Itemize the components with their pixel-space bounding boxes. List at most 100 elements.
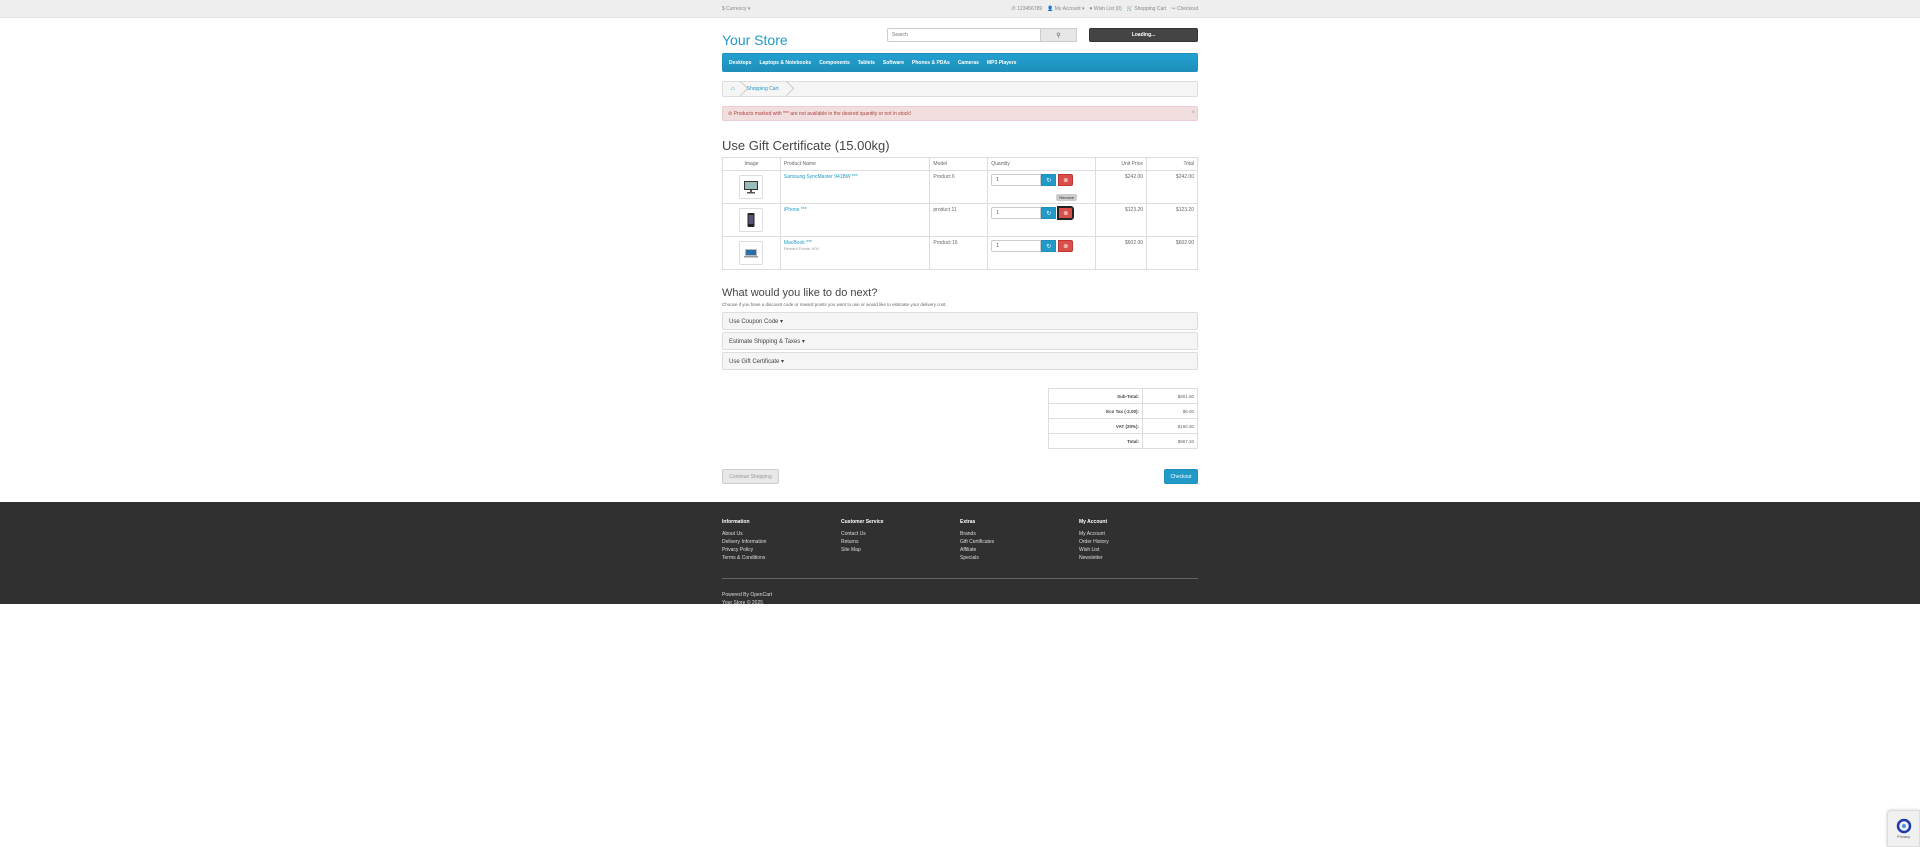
times-circle-icon: ⊗ bbox=[1063, 210, 1069, 217]
footer-link[interactable]: Delivery Information bbox=[722, 538, 841, 546]
row-total: $123.20 bbox=[1146, 203, 1198, 237]
my-account-link[interactable]: 👤 My Account ▾ bbox=[1047, 6, 1084, 12]
col-quantity: Quantity bbox=[987, 157, 1097, 171]
update-button[interactable]: ↻ bbox=[1041, 240, 1057, 252]
footer-link[interactable]: Brands bbox=[960, 530, 1079, 538]
unit-price: $123.20 bbox=[1095, 203, 1148, 237]
product-thumbnail[interactable] bbox=[739, 208, 764, 232]
totals-row: Sub-Total: $801.50 bbox=[1048, 388, 1198, 404]
remove-button[interactable]: ⊗ bbox=[1057, 206, 1075, 220]
table-row: MacBook *** Reward Points: 600 Product 1… bbox=[722, 236, 1198, 270]
wishlist-link[interactable]: ♥ Wish List (0) bbox=[1090, 6, 1122, 12]
menu-item-cameras[interactable]: Cameras bbox=[958, 60, 979, 66]
footer-link[interactable]: Returns bbox=[841, 538, 960, 546]
product-thumbnail[interactable] bbox=[739, 175, 764, 199]
update-button[interactable]: ↻ bbox=[1041, 174, 1057, 186]
close-icon[interactable]: × bbox=[1191, 110, 1195, 116]
footer-column-customer-service: Customer Service Contact Us Returns Site… bbox=[841, 519, 960, 562]
footer-link[interactable]: Order History bbox=[1079, 538, 1198, 546]
menu-item-tablets[interactable]: Tablets bbox=[858, 60, 875, 66]
unit-price: $602.00 bbox=[1095, 236, 1148, 270]
table-row: iPhone *** product 11 Remove ↻ ⊗ $123.20… bbox=[722, 194, 1198, 237]
recaptcha-badge[interactable]: Privacy bbox=[1887, 810, 1920, 847]
update-button[interactable]: ↻ bbox=[1041, 207, 1057, 219]
menu-item-desktops[interactable]: Desktops bbox=[729, 60, 752, 66]
product-model: Product 16 bbox=[929, 236, 989, 270]
menu-item-mp3[interactable]: MP3 Players bbox=[987, 60, 1016, 66]
footer-column-extras: Extras Brands Gift Certificates Affiliat… bbox=[960, 519, 1079, 562]
top-bar: $ Currency ▾ ✆ 123456789 👤 My Account ▾ … bbox=[0, 0, 1920, 18]
col-total: Total bbox=[1146, 157, 1198, 171]
refresh-icon: ↻ bbox=[1046, 210, 1052, 217]
times-circle-icon: ⊗ bbox=[1063, 177, 1069, 184]
phone-link[interactable]: ✆ 123456789 bbox=[1012, 6, 1043, 12]
footer-link[interactable]: Site Map bbox=[841, 546, 960, 554]
col-unit-price: Unit Price bbox=[1095, 157, 1148, 171]
checkout-button[interactable]: Checkout bbox=[1164, 469, 1198, 484]
footer-column-information: Information About Us Delivery Informatio… bbox=[722, 519, 841, 562]
quantity-input[interactable] bbox=[991, 174, 1042, 186]
menu-item-phones[interactable]: Phones & PDAs bbox=[912, 60, 950, 66]
recaptcha-icon bbox=[1896, 818, 1911, 834]
col-product-name: Product Name bbox=[779, 157, 931, 171]
menu-item-components[interactable]: Components bbox=[819, 60, 850, 66]
search-group: ⚲ bbox=[887, 28, 1077, 42]
footer-powered: Powered By OpenCart Your Store © 2025 bbox=[722, 592, 773, 606]
next-steps-title: What would you like to do next? bbox=[722, 287, 878, 299]
breadcrumb-shopping-cart[interactable]: Shopping Cart bbox=[747, 86, 779, 92]
breadcrumb: ⌂ Shopping Cart bbox=[722, 81, 1198, 97]
phone-icon: ✆ bbox=[1011, 6, 1016, 12]
next-steps-description: Choose if you have a discount code or re… bbox=[722, 302, 947, 307]
gift-certificate-panel[interactable]: Use Gift Certificate ▾ bbox=[722, 352, 1198, 370]
top-links: ✆ 123456789 👤 My Account ▾ ♥ Wish List (… bbox=[1012, 6, 1198, 12]
header: Your Store ⚲ Loading... bbox=[0, 18, 1920, 52]
totals-row: Eco Tax (-2.00): $6.00 bbox=[1048, 403, 1198, 419]
footer-link[interactable]: Specials bbox=[960, 554, 1079, 562]
totals-row: VAT (20%): $160.30 bbox=[1048, 418, 1198, 434]
search-button[interactable]: ⚲ bbox=[1041, 28, 1077, 42]
main-menu: Desktops Laptops & Notebooks Components … bbox=[722, 53, 1198, 72]
row-total: $602.00 bbox=[1146, 236, 1198, 270]
quantity-input[interactable] bbox=[991, 207, 1042, 219]
continue-shopping-button[interactable]: Continue Shopping bbox=[722, 469, 779, 484]
menu-item-software[interactable]: Software bbox=[883, 60, 904, 66]
reward-points: Reward Points: 600 bbox=[783, 246, 819, 251]
quantity-input[interactable] bbox=[991, 240, 1042, 252]
cart-total-button[interactable]: Loading... bbox=[1089, 28, 1198, 42]
footer-link[interactable]: My Account bbox=[1079, 530, 1198, 538]
shipping-panel[interactable]: Estimate Shipping & Taxes ▾ bbox=[722, 332, 1198, 350]
cart-icon: 🛒 bbox=[1126, 6, 1133, 12]
currency-dropdown[interactable]: $ Currency ▾ bbox=[722, 6, 750, 12]
footer: Information About Us Delivery Informatio… bbox=[0, 502, 1920, 606]
search-input[interactable] bbox=[887, 28, 1041, 42]
footer-link[interactable]: Affiliate bbox=[960, 546, 1079, 554]
shopping-cart-link[interactable]: 🛒 Shopping Cart bbox=[1127, 6, 1167, 12]
breadcrumb-separator bbox=[781, 81, 791, 97]
product-name-link[interactable]: iPhone *** bbox=[784, 207, 807, 213]
row-total: $242.00 bbox=[1146, 170, 1198, 204]
search-icon: ⚲ bbox=[1056, 32, 1061, 39]
share-icon: ↪ bbox=[1171, 6, 1176, 12]
checkout-link[interactable]: ↪ Checkout bbox=[1171, 6, 1198, 12]
remove-button[interactable]: ⊗ bbox=[1058, 240, 1074, 252]
footer-link[interactable]: Contact Us bbox=[841, 530, 960, 538]
menu-item-laptops[interactable]: Laptops & Notebooks bbox=[760, 60, 812, 66]
remove-button[interactable]: ⊗ bbox=[1058, 174, 1074, 186]
footer-link[interactable]: Terms & Conditions bbox=[722, 554, 841, 562]
footer-link[interactable]: Newsletter bbox=[1079, 554, 1198, 562]
footer-link[interactable]: Wish List bbox=[1079, 546, 1198, 554]
product-thumbnail[interactable] bbox=[739, 241, 764, 265]
phone-icon bbox=[747, 213, 755, 227]
laptop-icon bbox=[744, 249, 759, 258]
footer-link[interactable]: Gift Certificates bbox=[960, 538, 1079, 546]
main-content: Desktops Laptops & Notebooks Components … bbox=[722, 53, 1198, 484]
footer-link[interactable]: Privacy Policy bbox=[722, 546, 841, 554]
product-model: product 11 bbox=[929, 203, 989, 237]
totals-table: Sub-Total: $801.50 Eco Tax (-2.00): $6.00 … bbox=[1048, 388, 1198, 449]
footer-link[interactable]: About Us bbox=[722, 530, 841, 538]
cart-table: Image Product Name Model Quantity Unit P… bbox=[722, 157, 1198, 270]
stock-alert: ⊘ Products marked with *** are not avail… bbox=[722, 106, 1198, 121]
coupon-panel[interactable]: Use Coupon Code ▾ bbox=[722, 312, 1198, 330]
store-logo[interactable]: Your Store bbox=[722, 32, 883, 48]
product-name-link[interactable]: Samsung SyncMaster 941BW *** bbox=[784, 174, 858, 180]
